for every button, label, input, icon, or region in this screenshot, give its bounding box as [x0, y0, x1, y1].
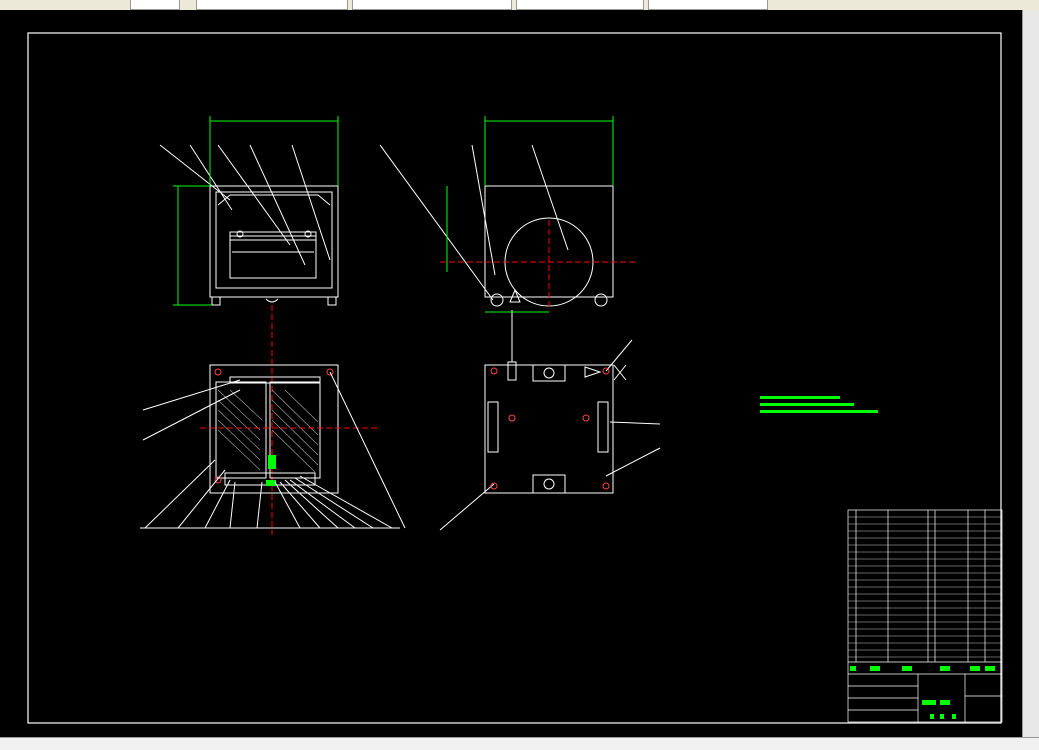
vertical-scrollbar[interactable] — [1022, 10, 1039, 737]
section-view — [209, 364, 339, 494]
plan-view — [439, 339, 661, 531]
section-green-marks — [266, 455, 276, 486]
drawing-tab-2[interactable] — [352, 0, 512, 10]
drawing-tab-4[interactable] — [648, 0, 768, 10]
drawing-canvas[interactable] — [0, 10, 1022, 737]
drawing-tab-3[interactable] — [516, 0, 644, 10]
parts-list-rows — [848, 516, 1002, 658]
drawing-border — [27, 32, 1002, 724]
toolbar-icons[interactable] — [130, 0, 180, 10]
status-bar — [0, 737, 1039, 750]
front-view — [159, 144, 339, 306]
plan-holes — [490, 367, 610, 490]
cad-drawing — [27, 32, 1003, 724]
drawing-tab-1[interactable] — [196, 0, 348, 10]
parts-list — [847, 509, 1003, 723]
technical-notes — [760, 396, 878, 413]
